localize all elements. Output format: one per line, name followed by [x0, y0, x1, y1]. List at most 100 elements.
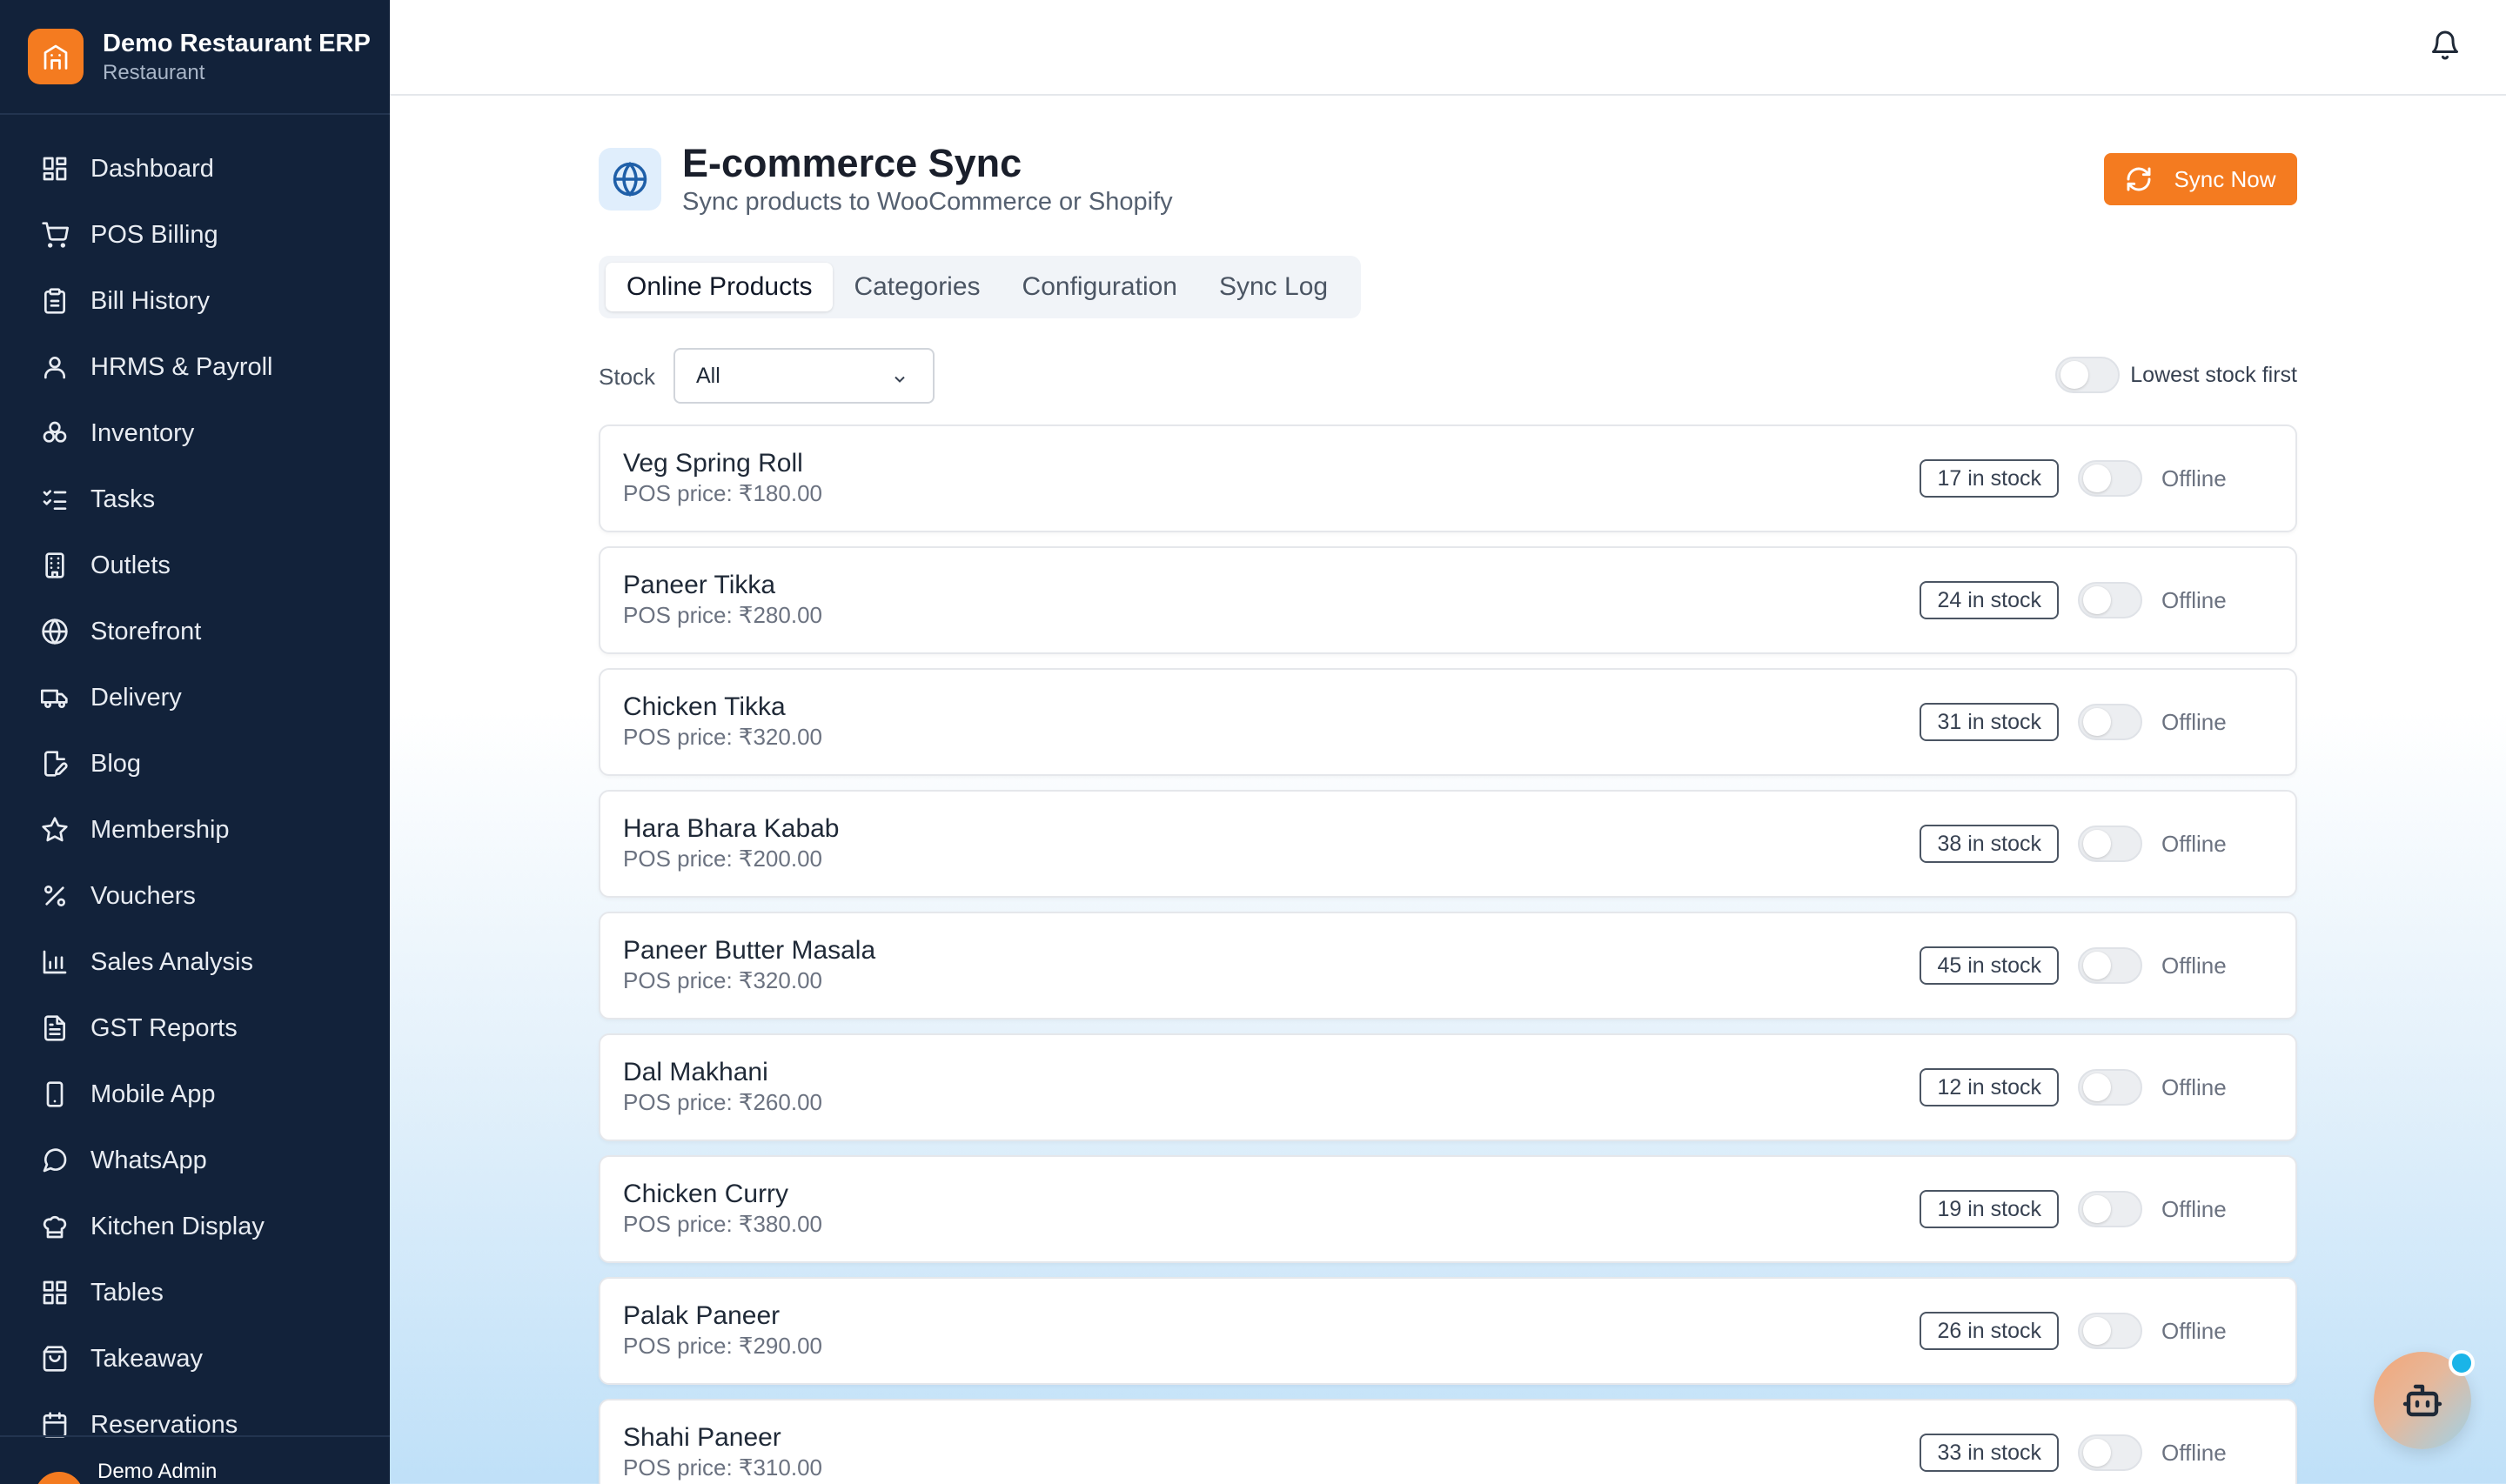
page-header: E-commerce Sync Sync products to WooComm… [599, 96, 2297, 226]
globe-icon [40, 617, 70, 646]
sidebar-item-dashboard[interactable]: Dashboard [0, 136, 390, 202]
product-price: POS price: ₹320.00 [623, 724, 822, 750]
toggle-knob [2083, 1439, 2111, 1467]
product-price: POS price: ₹180.00 [623, 480, 822, 506]
notification-dot [2449, 1350, 2475, 1376]
product-price: POS price: ₹260.00 [623, 1089, 822, 1115]
sidebar-item-tables[interactable]: Tables [0, 1260, 390, 1326]
shopping-bag-icon [40, 1344, 70, 1374]
sidebar-item-label: Inventory [90, 418, 195, 447]
toggle-knob [2083, 1195, 2111, 1223]
sidebar-item-label: Storefront [90, 617, 202, 645]
sidebar-item-label: Takeaway [90, 1344, 203, 1373]
product-price: POS price: ₹380.00 [623, 1211, 822, 1237]
status-label: Offline [2161, 465, 2227, 491]
sidebar-item-vouchers[interactable]: Vouchers [0, 863, 390, 929]
smartphone-icon [40, 1080, 70, 1109]
sidebar-item-pos-billing[interactable]: POS Billing [0, 202, 390, 268]
stock-badge: 19 in stock [1920, 1190, 2059, 1228]
sidebar-item-sales-analysis[interactable]: Sales Analysis [0, 929, 390, 995]
online-toggle[interactable] [2078, 1434, 2142, 1471]
brand-subtitle: Restaurant [103, 61, 205, 84]
sidebar-item-takeaway[interactable]: Takeaway [0, 1326, 390, 1392]
sidebar-item-bill-history[interactable]: Bill History [0, 268, 390, 334]
page-subtitle: Sync products to WooCommerce or Shopify [682, 188, 1173, 216]
tab-configuration[interactable]: Configuration [1002, 263, 1198, 311]
product-name: Dal Makhani [623, 1058, 768, 1086]
sidebar-item-label: Blog [90, 749, 142, 778]
lowest-stock-toggle-group: Lowest stock first [2055, 357, 2297, 393]
brand[interactable]: Demo Restaurant ERP Restaurant [0, 0, 390, 115]
sidebar-item-blog[interactable]: Blog [0, 731, 390, 797]
lowest-stock-toggle[interactable] [2055, 357, 2121, 393]
sidebar-item-hrms-and-payroll[interactable]: HRMS & Payroll [0, 334, 390, 400]
product-price: POS price: ₹290.00 [623, 1333, 822, 1359]
online-toggle[interactable] [2078, 1313, 2142, 1349]
grid-icon [40, 1278, 70, 1307]
online-toggle[interactable] [2078, 582, 2142, 618]
sidebar-item-tasks[interactable]: Tasks [0, 466, 390, 532]
sidebar-item-mobile-app[interactable]: Mobile App [0, 1061, 390, 1127]
product-row: Palak Paneer POS price: ₹290.00 26 in stoc… [599, 1277, 2297, 1385]
online-toggle[interactable] [2078, 1069, 2142, 1106]
cart-icon [40, 220, 70, 250]
sidebar-item-membership[interactable]: Membership [0, 797, 390, 863]
sidebar-item-delivery[interactable]: Delivery [0, 665, 390, 731]
stock-badge: 38 in stock [1920, 825, 2059, 863]
status-label: Offline [2161, 1073, 2227, 1100]
toggle-knob [2083, 830, 2111, 858]
online-toggle[interactable] [2078, 460, 2142, 497]
user-name: Demo Admin [97, 1460, 218, 1483]
status-label: Offline [2161, 830, 2227, 857]
percent-icon [40, 881, 70, 911]
product-name: Paneer Tikka [623, 571, 776, 599]
truck-icon [40, 683, 70, 712]
toggle-knob [2083, 1317, 2111, 1345]
message-circle-icon [40, 1146, 70, 1175]
sidebar-item-label: Membership [90, 815, 230, 844]
sidebar-item-label: Delivery [90, 683, 182, 712]
sidebar-item-storefront[interactable]: Storefront [0, 598, 390, 665]
file-pen-icon [40, 749, 70, 779]
sidebar-item-label: Kitchen Display [90, 1212, 265, 1240]
toggle-knob [2083, 465, 2111, 492]
globe-icon [599, 148, 661, 211]
product-row: Shahi Paneer POS price: ₹310.00 33 in stoc… [599, 1399, 2297, 1484]
sidebar-item-label: Vouchers [90, 881, 196, 910]
stock-filter-select[interactable]: All [673, 348, 935, 404]
filter-row: Stock All Lowest stock first [599, 348, 2297, 404]
stock-filter-label: Stock [599, 364, 656, 390]
file-text-icon [40, 1013, 70, 1043]
product-name: Hara Bhara Kabab [623, 814, 840, 843]
product-list: Veg Spring Roll POS price: ₹180.00 17 in s… [599, 424, 2297, 1484]
sync-now-label: Sync Now [2174, 165, 2276, 192]
boxes-icon [40, 418, 70, 448]
sync-now-button[interactable]: Sync Now [2104, 153, 2297, 205]
toggle-knob [2083, 952, 2111, 979]
tab-bar: Online Products Categories Configuration Sy… [599, 256, 1361, 318]
sidebar-item-kitchen-display[interactable]: Kitchen Display [0, 1193, 390, 1260]
product-row: Dal Makhani POS price: ₹260.00 12 in stock… [599, 1033, 2297, 1141]
bell-icon[interactable] [2429, 30, 2461, 61]
online-toggle[interactable] [2078, 704, 2142, 740]
tab-online-products[interactable]: Online Products [606, 263, 834, 311]
tab-sync-log[interactable]: Sync Log [1198, 263, 1349, 311]
sidebar-item-whatsapp[interactable]: WhatsApp [0, 1127, 390, 1193]
status-label: Offline [2161, 952, 2227, 979]
online-toggle[interactable] [2078, 1191, 2142, 1227]
sidebar-user[interactable]: Demo Admin [0, 1435, 390, 1484]
stock-badge: 17 in stock [1920, 459, 2059, 498]
product-row: Chicken Curry POS price: ₹380.00 19 in sto… [599, 1155, 2297, 1263]
stock-badge: 12 in stock [1920, 1068, 2059, 1106]
sidebar-item-label: Dashboard [90, 154, 214, 183]
sidebar-item-gst-reports[interactable]: GST Reports [0, 995, 390, 1061]
stock-filter-value: All [696, 363, 720, 388]
online-toggle[interactable] [2078, 947, 2142, 984]
tab-categories[interactable]: Categories [833, 263, 1001, 311]
sidebar-item-label: Sales Analysis [90, 947, 253, 976]
sidebar-item-inventory[interactable]: Inventory [0, 400, 390, 466]
status-label: Offline [2161, 1439, 2227, 1466]
star-icon [40, 815, 70, 845]
online-toggle[interactable] [2078, 826, 2142, 862]
sidebar-item-outlets[interactable]: Outlets [0, 532, 390, 598]
